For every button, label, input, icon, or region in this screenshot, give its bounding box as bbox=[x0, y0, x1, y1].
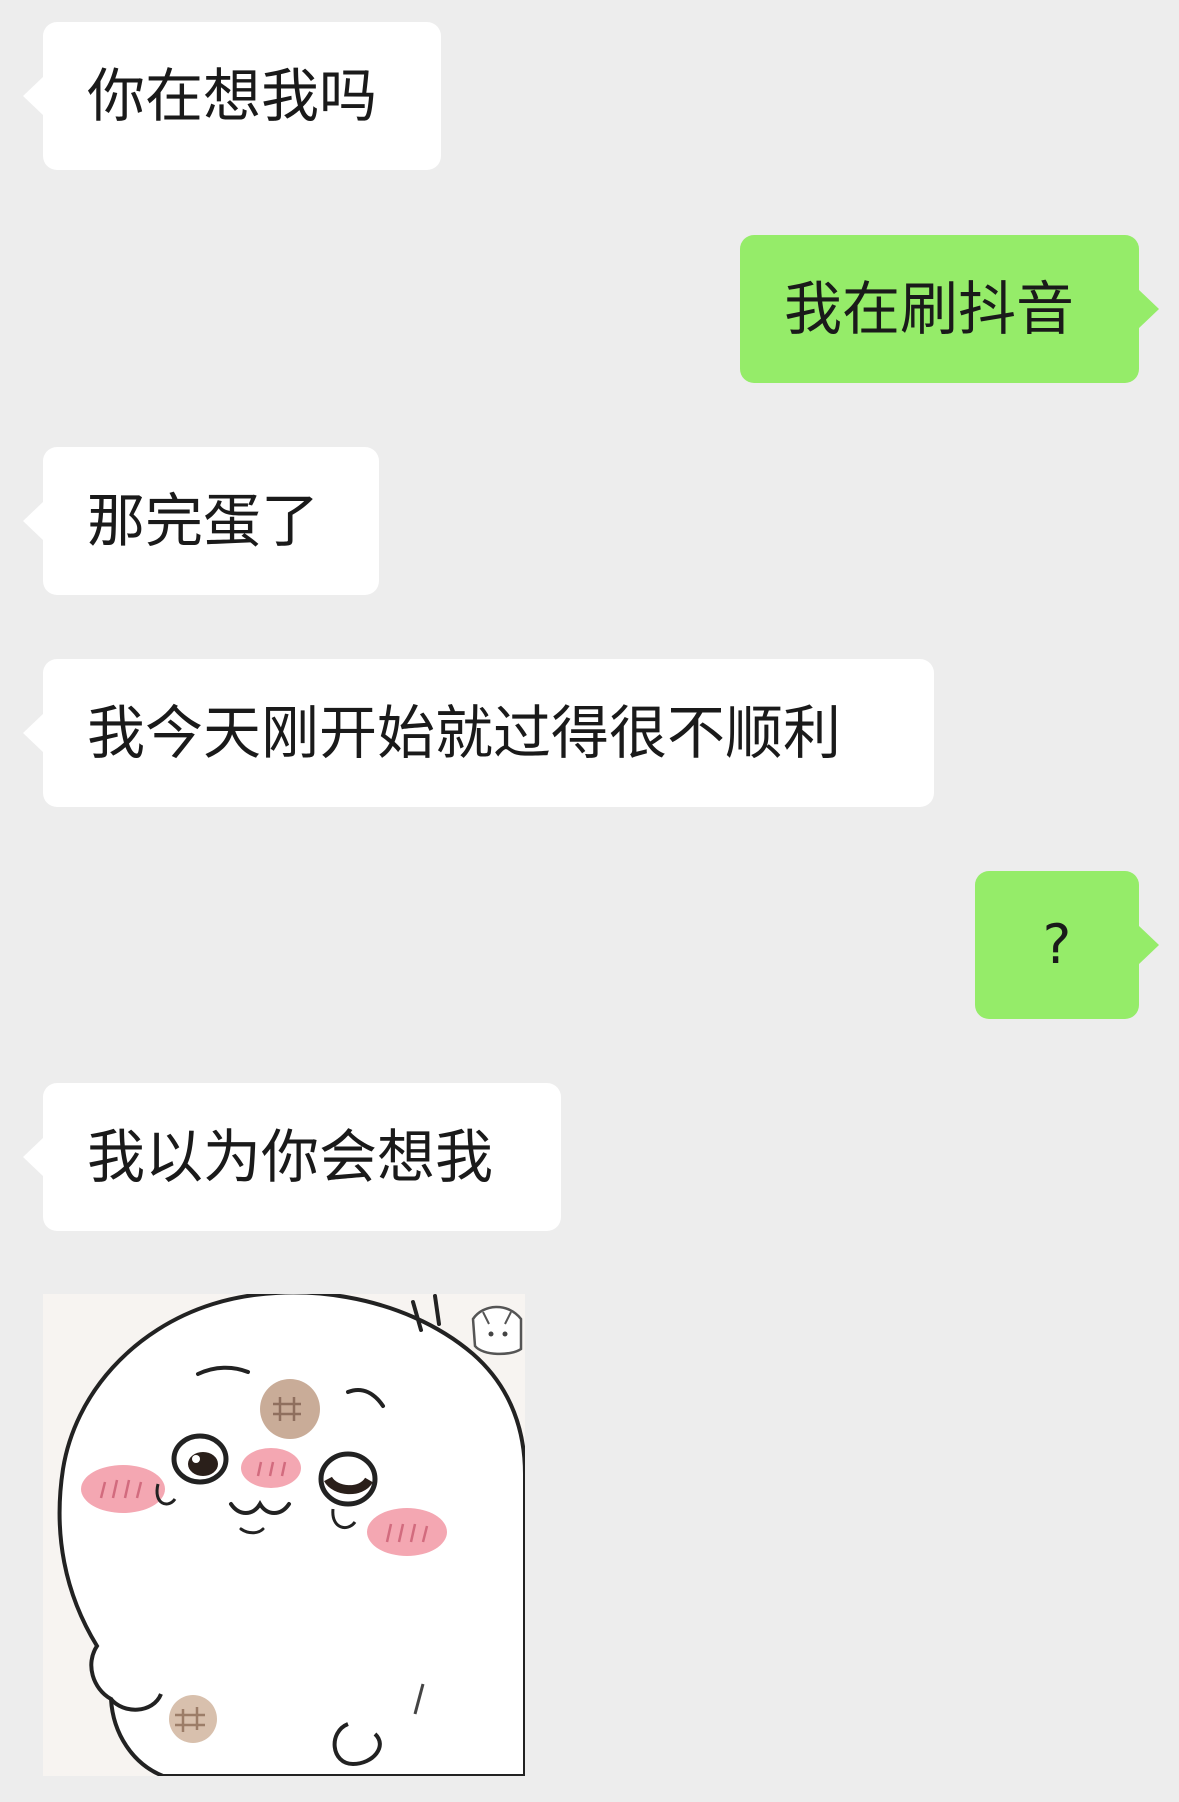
incoming-message-bubble[interactable]: 我以为你会想我 bbox=[23, 1083, 561, 1231]
message-text: 我以为你会想我 bbox=[87, 1123, 494, 1191]
message-text: 那完蛋了 bbox=[87, 487, 320, 555]
incoming-message-bubble[interactable]: 你在想我吗 bbox=[23, 22, 441, 170]
incoming-message-bubble[interactable]: 那完蛋了 bbox=[23, 447, 379, 595]
sticker-message[interactable] bbox=[43, 1294, 525, 1776]
message-text: 你在想我吗 bbox=[87, 62, 378, 130]
message-text: 我今天刚开始就过得很不顺利 bbox=[87, 699, 842, 767]
seal-character-sticker-image bbox=[43, 1294, 525, 1776]
incoming-message-bubble[interactable]: 我今天刚开始就过得很不顺利 bbox=[23, 659, 934, 807]
outgoing-message-bubble[interactable]: ? bbox=[975, 871, 1159, 1019]
outgoing-message-bubble[interactable]: 我在刷抖音 bbox=[740, 235, 1159, 383]
message-text: ? bbox=[1042, 913, 1072, 976]
message-text: 我在刷抖音 bbox=[784, 275, 1075, 343]
